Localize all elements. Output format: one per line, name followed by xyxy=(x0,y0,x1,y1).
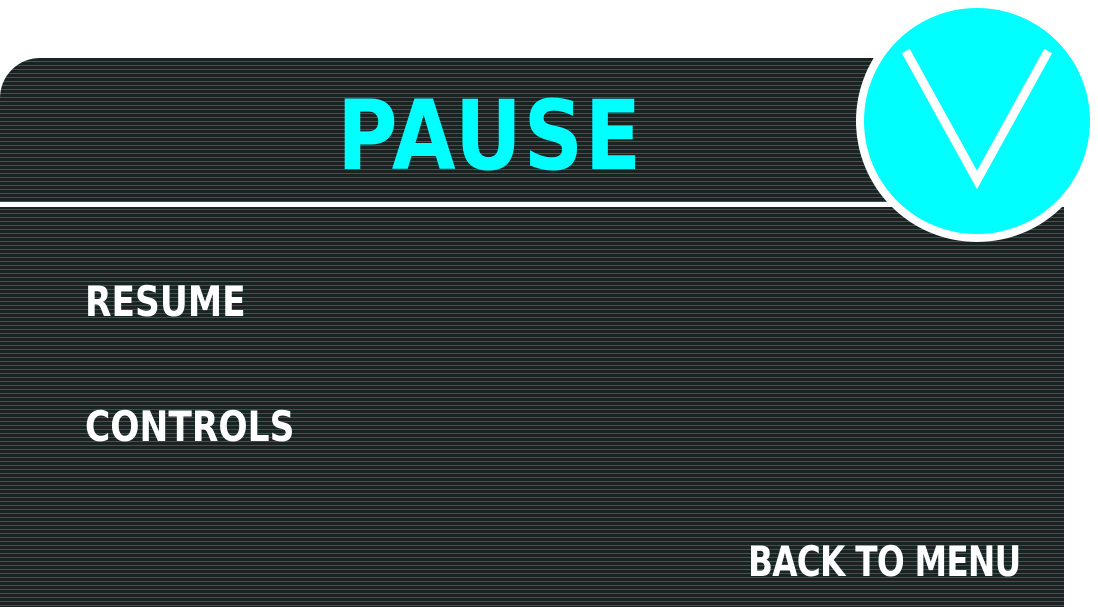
controls-button[interactable]: CONTROLS xyxy=(85,402,294,452)
resume-button[interactable]: RESUME xyxy=(85,277,246,327)
game-logo-badge xyxy=(856,0,1098,242)
pause-screen: PAUSE RESUME CONTROLS BACK TO MENU xyxy=(0,0,1098,607)
page-title: PAUSE xyxy=(337,80,643,192)
chevron-v-icon xyxy=(901,48,1053,190)
back-to-menu-button[interactable]: BACK TO MENU xyxy=(748,537,1021,587)
